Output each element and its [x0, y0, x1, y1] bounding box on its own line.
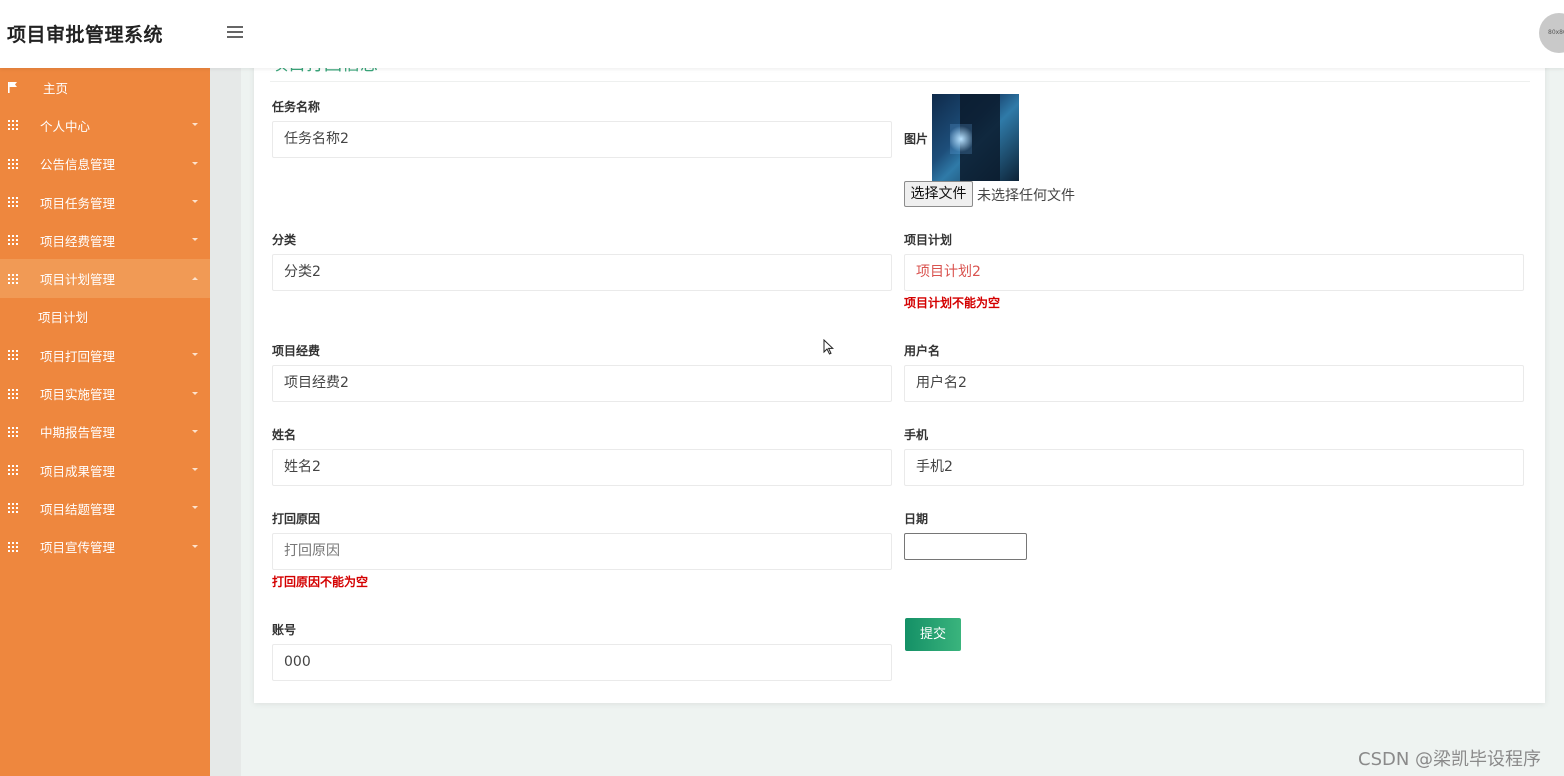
- account-field[interactable]: 000: [272, 644, 892, 681]
- sidebar-item-label: 项目实施管理: [40, 387, 116, 403]
- sidebar-item-label: 公告信息管理: [40, 157, 116, 173]
- sidebar-subitem-label: 项目计划: [38, 310, 89, 326]
- sidebar-item-label: 项目计划管理: [40, 272, 116, 288]
- caret-down-icon: [192, 468, 198, 472]
- name-label: 姓名: [272, 428, 297, 442]
- grid-icon: [8, 350, 18, 361]
- category-field[interactable]: 分类2: [272, 254, 892, 291]
- file-status: 未选择任何文件: [977, 188, 1075, 204]
- username-field[interactable]: 用户名2: [904, 365, 1524, 402]
- reason-field[interactable]: 打回原因: [272, 533, 892, 570]
- category-label: 分类: [272, 233, 297, 247]
- date-label: 日期: [904, 512, 929, 526]
- date-input[interactable]: [904, 533, 1027, 560]
- caret-down-icon: [192, 353, 198, 357]
- grid-icon: [8, 235, 18, 246]
- phone-label: 手机: [904, 428, 929, 442]
- caret-down-icon: [192, 544, 198, 548]
- plan-label: 项目计划: [904, 233, 953, 247]
- sidebar-item-label: 项目结题管理: [40, 501, 116, 517]
- submit-button[interactable]: 提交: [905, 618, 961, 651]
- sidebar-item-tasks[interactable]: 项目任务管理: [0, 183, 210, 221]
- sidebar-item-returns[interactable]: 项目打回管理: [0, 336, 210, 374]
- caret-down-icon: [192, 429, 198, 433]
- sidebar-item-label: 主页: [43, 80, 69, 96]
- username-label: 用户名: [904, 344, 941, 358]
- sidebar-item-midterm[interactable]: 中期报告管理: [0, 413, 210, 451]
- sidebar-item-label: 项目任务管理: [40, 195, 116, 211]
- watermark: CSDN @梁凯毕设程序: [1358, 749, 1542, 770]
- name-field[interactable]: 姓名2: [272, 449, 892, 486]
- grid-icon: [8, 426, 18, 437]
- flag-icon: [8, 82, 18, 94]
- grid-icon: [8, 465, 18, 476]
- sidebar-item-personal-center[interactable]: 个人中心: [0, 106, 210, 144]
- reason-label: 打回原因: [272, 512, 321, 526]
- sidebar-item-label: 中期报告管理: [40, 425, 116, 441]
- sidebar-item-label: 项目宣传管理: [40, 540, 116, 556]
- sidebar-item-closing[interactable]: 项目结题管理: [0, 489, 210, 527]
- caret-down-icon: [192, 161, 198, 165]
- content-gutter: [210, 68, 241, 776]
- sidebar-item-label: 项目成果管理: [40, 463, 116, 479]
- sidebar-item-promotion[interactable]: 项目宣传管理: [0, 528, 210, 566]
- sidebar: 主页 个人中心 公告信息管理 项目任务管理 项目经费管理 项目计划管理 项目计划…: [0, 68, 210, 776]
- account-label: 账号: [272, 623, 297, 637]
- grid-icon: [8, 197, 18, 208]
- sidebar-item-label: 项目经费管理: [40, 233, 116, 249]
- grid-icon: [8, 158, 18, 169]
- caret-up-icon: [192, 276, 198, 280]
- sidebar-item-plans[interactable]: 项目计划管理: [0, 259, 210, 298]
- grid-icon: [8, 273, 18, 284]
- task-name-label: 任务名称: [272, 100, 321, 114]
- phone-field[interactable]: 手机2: [904, 449, 1524, 486]
- grid-icon: [8, 503, 18, 514]
- caret-down-icon: [192, 238, 198, 242]
- grid-icon: [8, 120, 18, 131]
- caret-down-icon: [192, 391, 198, 395]
- sidebar-item-implementation[interactable]: 项目实施管理: [0, 374, 210, 412]
- caret-down-icon: [192, 200, 198, 204]
- sidebar-item-announcements[interactable]: 公告信息管理: [0, 145, 210, 183]
- form-card: 项目打回信息 任务名称 任务名称2 图片 选择文件 未选择任何文件 分类 分类2…: [254, 54, 1545, 703]
- app-title: 项目审批管理系统: [7, 24, 164, 46]
- task-name-field[interactable]: 任务名称2: [272, 121, 892, 158]
- sidebar-item-funding[interactable]: 项目经费管理: [0, 221, 210, 259]
- grid-icon: [8, 388, 18, 399]
- plan-field[interactable]: 项目计划2: [904, 254, 1524, 291]
- reason-error: 打回原因不能为空: [272, 575, 369, 589]
- top-header: 项目审批管理系统 80x80: [0, 0, 1564, 68]
- sidebar-item-label: 项目打回管理: [40, 348, 116, 364]
- avatar[interactable]: 80x80: [1539, 13, 1564, 53]
- project-image: [932, 94, 1019, 181]
- choose-file-button[interactable]: 选择文件: [904, 181, 973, 207]
- sidebar-item-home[interactable]: 主页: [0, 68, 210, 106]
- sidebar-item-results[interactable]: 项目成果管理: [0, 451, 210, 489]
- funding-field[interactable]: 项目经费2: [272, 365, 892, 402]
- sidebar-item-label: 个人中心: [40, 118, 91, 134]
- menu-toggle-icon[interactable]: [227, 26, 243, 38]
- plan-error: 项目计划不能为空: [904, 296, 1001, 310]
- caret-down-icon: [192, 123, 198, 127]
- grid-icon: [8, 541, 18, 552]
- image-label: 图片: [904, 132, 929, 146]
- funding-label: 项目经费: [272, 344, 321, 358]
- sidebar-subitem-plan[interactable]: 项目计划: [0, 298, 210, 336]
- divider: [270, 81, 1530, 82]
- caret-down-icon: [192, 506, 198, 510]
